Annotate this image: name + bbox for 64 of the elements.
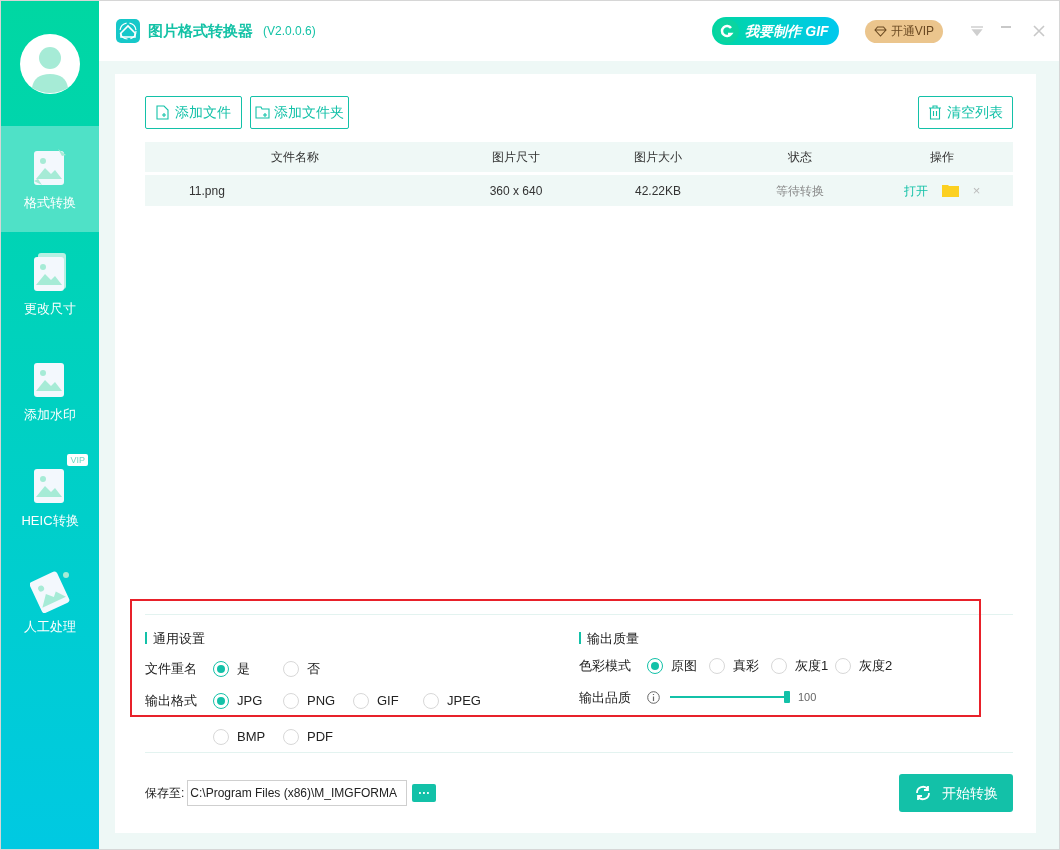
menu-icon[interactable] (971, 26, 983, 36)
table-cell-text: 360 x 640 (489, 182, 543, 200)
minimize-icon[interactable] (1001, 26, 1011, 28)
avatar[interactable] (20, 33, 80, 94)
sidebar-item[interactable]: 人工处理 (1, 550, 99, 656)
radio-label: PNG (307, 692, 336, 711)
add-folder-icon (255, 106, 270, 119)
column-header: 图片大小 (634, 149, 682, 166)
app-logo-icon (116, 19, 140, 43)
column-header: 操作 (930, 149, 954, 166)
delete-button[interactable]: × (972, 180, 981, 201)
close-icon[interactable] (1033, 25, 1045, 37)
section-title: 通用设置 (153, 629, 205, 648)
setting-label: 输出品质 (579, 688, 632, 707)
browse-button[interactable]: ··· (412, 784, 437, 802)
radio-label: 灰度2 (859, 657, 893, 675)
setting-label: 文件重名 (145, 660, 198, 678)
sidebar-item[interactable]: 更改尺寸 (1, 232, 99, 338)
section-title: 输出质量 (587, 629, 639, 648)
add-file-icon (156, 105, 169, 120)
refresh-icon (914, 784, 932, 802)
add-folder-button[interactable]: 添加文件夹 (250, 96, 349, 129)
vip-button[interactable]: 开通VIP (864, 19, 943, 43)
diamond-icon (873, 25, 887, 37)
trash-icon (928, 105, 942, 120)
column-header: 状态 (788, 149, 812, 166)
sidebar-item[interactable]: 添加水印 (1, 338, 99, 444)
radio-label: JPG (237, 692, 263, 711)
slider-handle[interactable] (784, 691, 790, 704)
radio-label: 真彩 (733, 657, 759, 675)
save-label: 保存至: (145, 785, 185, 802)
quality-value: 100 (798, 690, 817, 705)
radio-label: 原图 (671, 657, 697, 675)
version-label: (V2.0.0.6) (263, 23, 316, 40)
radio-label: 否 (307, 660, 320, 679)
radio-label: BMP (237, 728, 266, 747)
column-header: 图片尺寸 (492, 149, 540, 166)
add-file-button[interactable]: 添加文件 (145, 96, 242, 129)
sidebar-item[interactable]: 格式转换 (1, 126, 99, 232)
setting-label: 色彩模式 (579, 657, 632, 675)
table-cell-text: 11.png (189, 182, 226, 200)
window-title: 图片格式转换器 (148, 20, 253, 41)
logo-icon (715, 19, 740, 43)
accent-bar (579, 632, 581, 645)
open-link[interactable]: 打开 (903, 181, 928, 200)
radio-label: GIF (377, 692, 399, 711)
clear-list-button[interactable]: 清空列表 (918, 96, 1013, 129)
radio-label: JPEG (447, 692, 481, 711)
save-path-field[interactable]: C:\Program Files (x86)\M_IMGFORMA (187, 780, 408, 806)
radio-label: 是 (237, 660, 250, 679)
quality-slider[interactable] (670, 691, 790, 704)
setting-label: 输出格式 (145, 692, 198, 710)
sidebar-item[interactable]: VIP HEIC转换 (1, 444, 99, 550)
folder-icon[interactable] (941, 184, 959, 197)
column-header: 文件名称 (271, 149, 319, 166)
start-button[interactable]: 开始转换 (899, 774, 1013, 812)
accent-bar (145, 632, 147, 645)
radio-label: 灰度1 (795, 657, 829, 675)
status-text: 等待转换 (776, 182, 824, 200)
vip-badge: VIP (67, 454, 88, 466)
make-gif-button[interactable]: 我要制作 GIF (712, 17, 839, 45)
table-cell-text: 42.22KB (634, 182, 681, 200)
radio-label: PDF (307, 728, 333, 747)
info-icon[interactable] (647, 690, 660, 704)
